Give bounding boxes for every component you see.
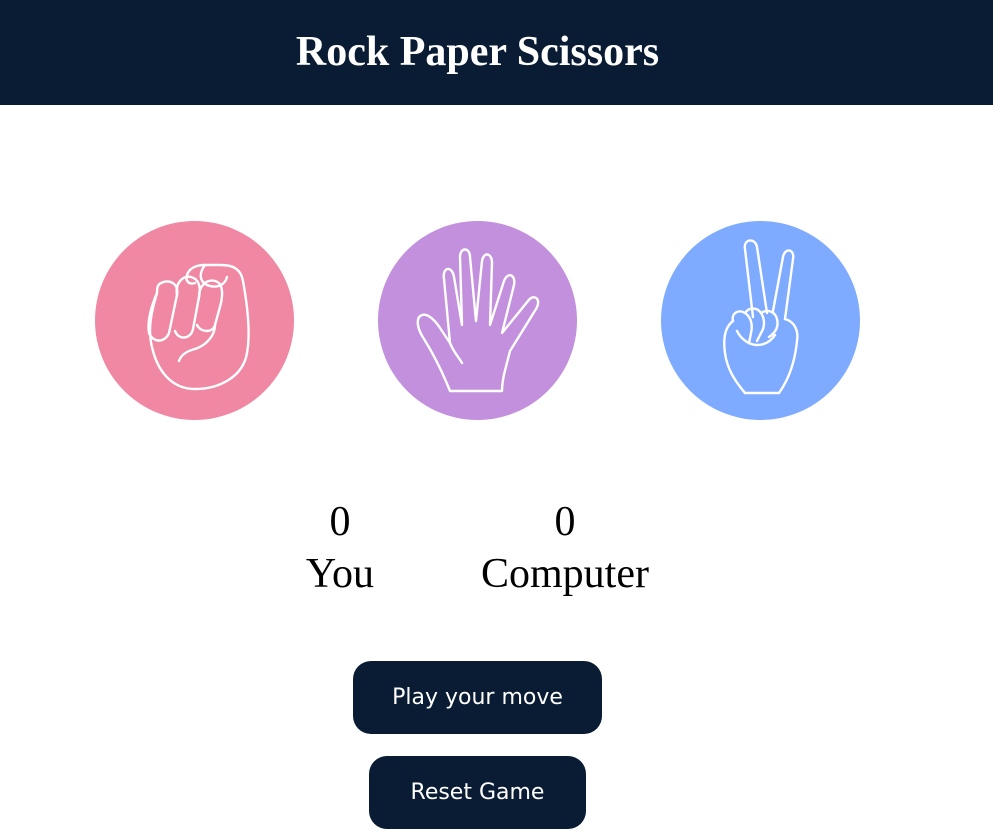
player-score-value: 0: [329, 499, 351, 545]
open-hand-icon: [378, 221, 577, 420]
player-score-label: You: [305, 551, 375, 597]
computer-score: 0 Computer: [465, 498, 665, 598]
play-move-button[interactable]: Play your move: [353, 661, 602, 734]
rock-choice-button[interactable]: [95, 221, 294, 420]
player-score: 0 You: [240, 498, 440, 598]
header-bar: Rock Paper Scissors: [0, 0, 993, 105]
fist-icon: [95, 221, 294, 420]
computer-score-label: Computer: [481, 551, 649, 597]
computer-score-value: 0: [554, 499, 576, 545]
peace-sign-icon: [661, 221, 860, 420]
reset-game-button[interactable]: Reset Game: [369, 756, 586, 829]
page-title: Rock Paper Scissors: [295, 29, 660, 75]
paper-choice-button[interactable]: [378, 221, 577, 420]
scissors-choice-button[interactable]: [661, 221, 860, 420]
